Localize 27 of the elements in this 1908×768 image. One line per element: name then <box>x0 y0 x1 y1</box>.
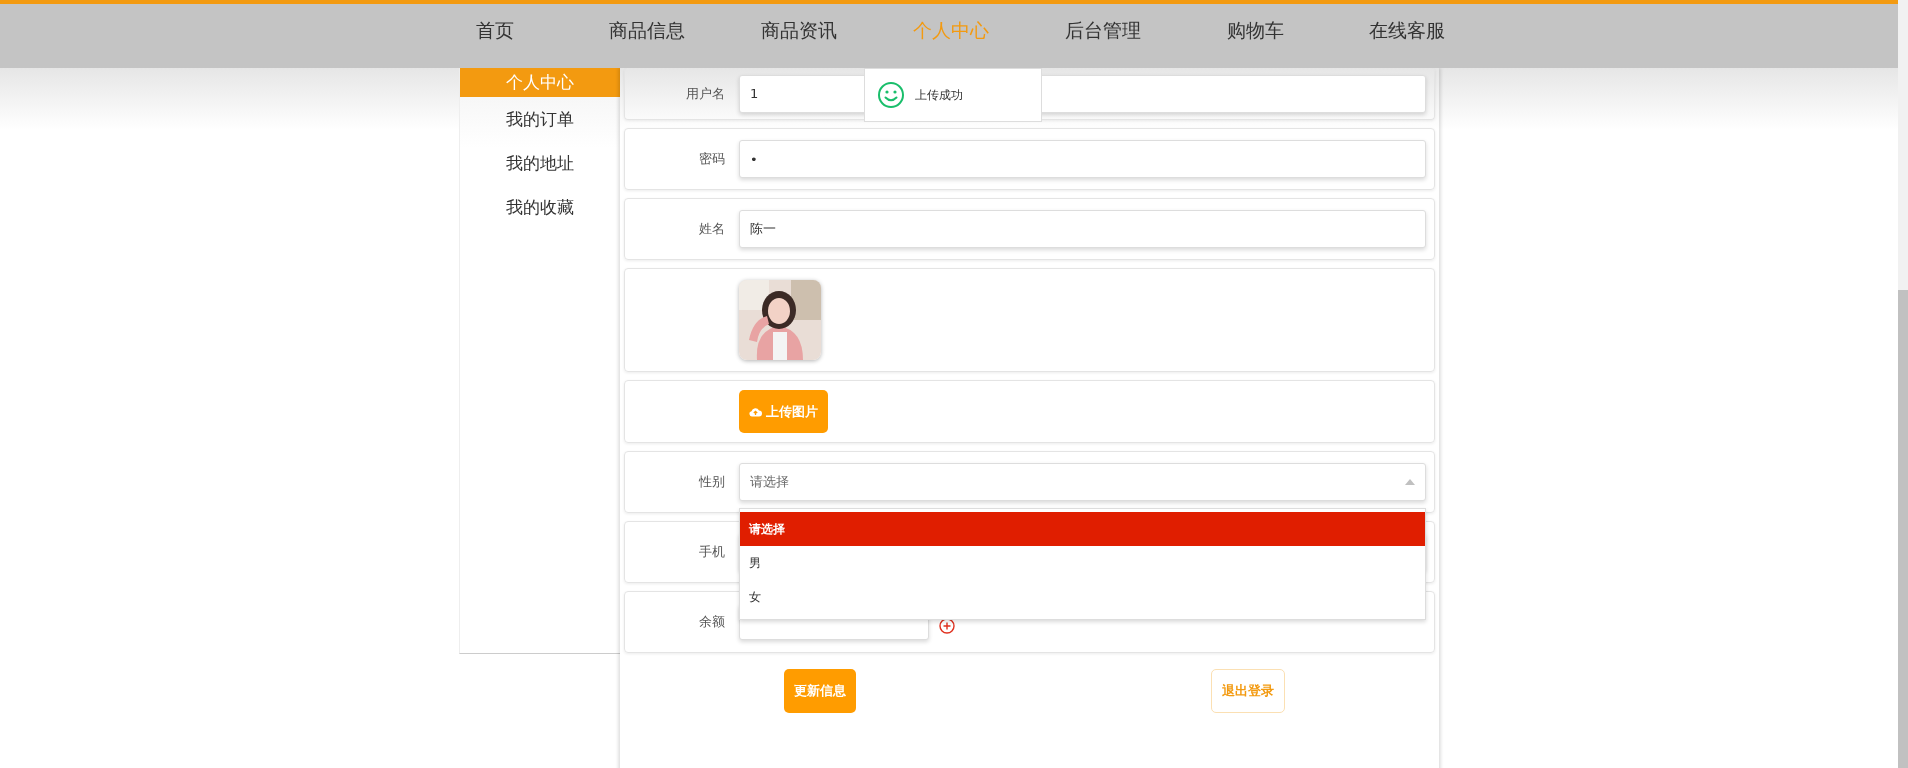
select-field[interactable]: 请选择 <box>739 463 1426 501</box>
field-label: 余额 <box>699 614 725 629</box>
dropdown-option[interactable]: 女 <box>740 580 1425 614</box>
nav-link[interactable]: 购物车 <box>1179 4 1331 56</box>
plus-circle-icon <box>939 618 955 634</box>
nav-link[interactable]: 在线客服 <box>1331 4 1483 56</box>
field-label: 密码 <box>699 151 725 166</box>
dropdown-option[interactable]: 请选择 <box>740 512 1425 546</box>
sidebar-item[interactable]: 我的地址 <box>460 141 620 185</box>
nav-link[interactable]: 商品资讯 <box>723 4 875 56</box>
nav-link[interactable]: 商品信息 <box>571 4 723 56</box>
field-label: 手机 <box>699 544 725 559</box>
smiley-icon <box>877 81 905 109</box>
sidebar-item[interactable]: 我的收藏 <box>460 185 620 229</box>
cloud-upload-icon <box>749 406 762 417</box>
caret-up-icon <box>1405 479 1415 485</box>
field-label: 姓名 <box>699 221 725 236</box>
nav-link[interactable]: 后台管理 <box>1027 4 1179 56</box>
sidebar-item[interactable]: 我的订单 <box>460 97 620 141</box>
input-field[interactable]: • <box>739 140 1426 178</box>
input-field[interactable]: 陈一 <box>739 210 1426 248</box>
field-label: 性别 <box>699 474 725 489</box>
field-label: 用户名 <box>686 85 725 101</box>
scrollbar[interactable] <box>1898 0 1908 768</box>
nav-link[interactable]: 首页 <box>419 4 571 56</box>
toast-message: 上传成功 <box>915 86 963 104</box>
dropdown-option[interactable]: 男 <box>740 546 1425 580</box>
